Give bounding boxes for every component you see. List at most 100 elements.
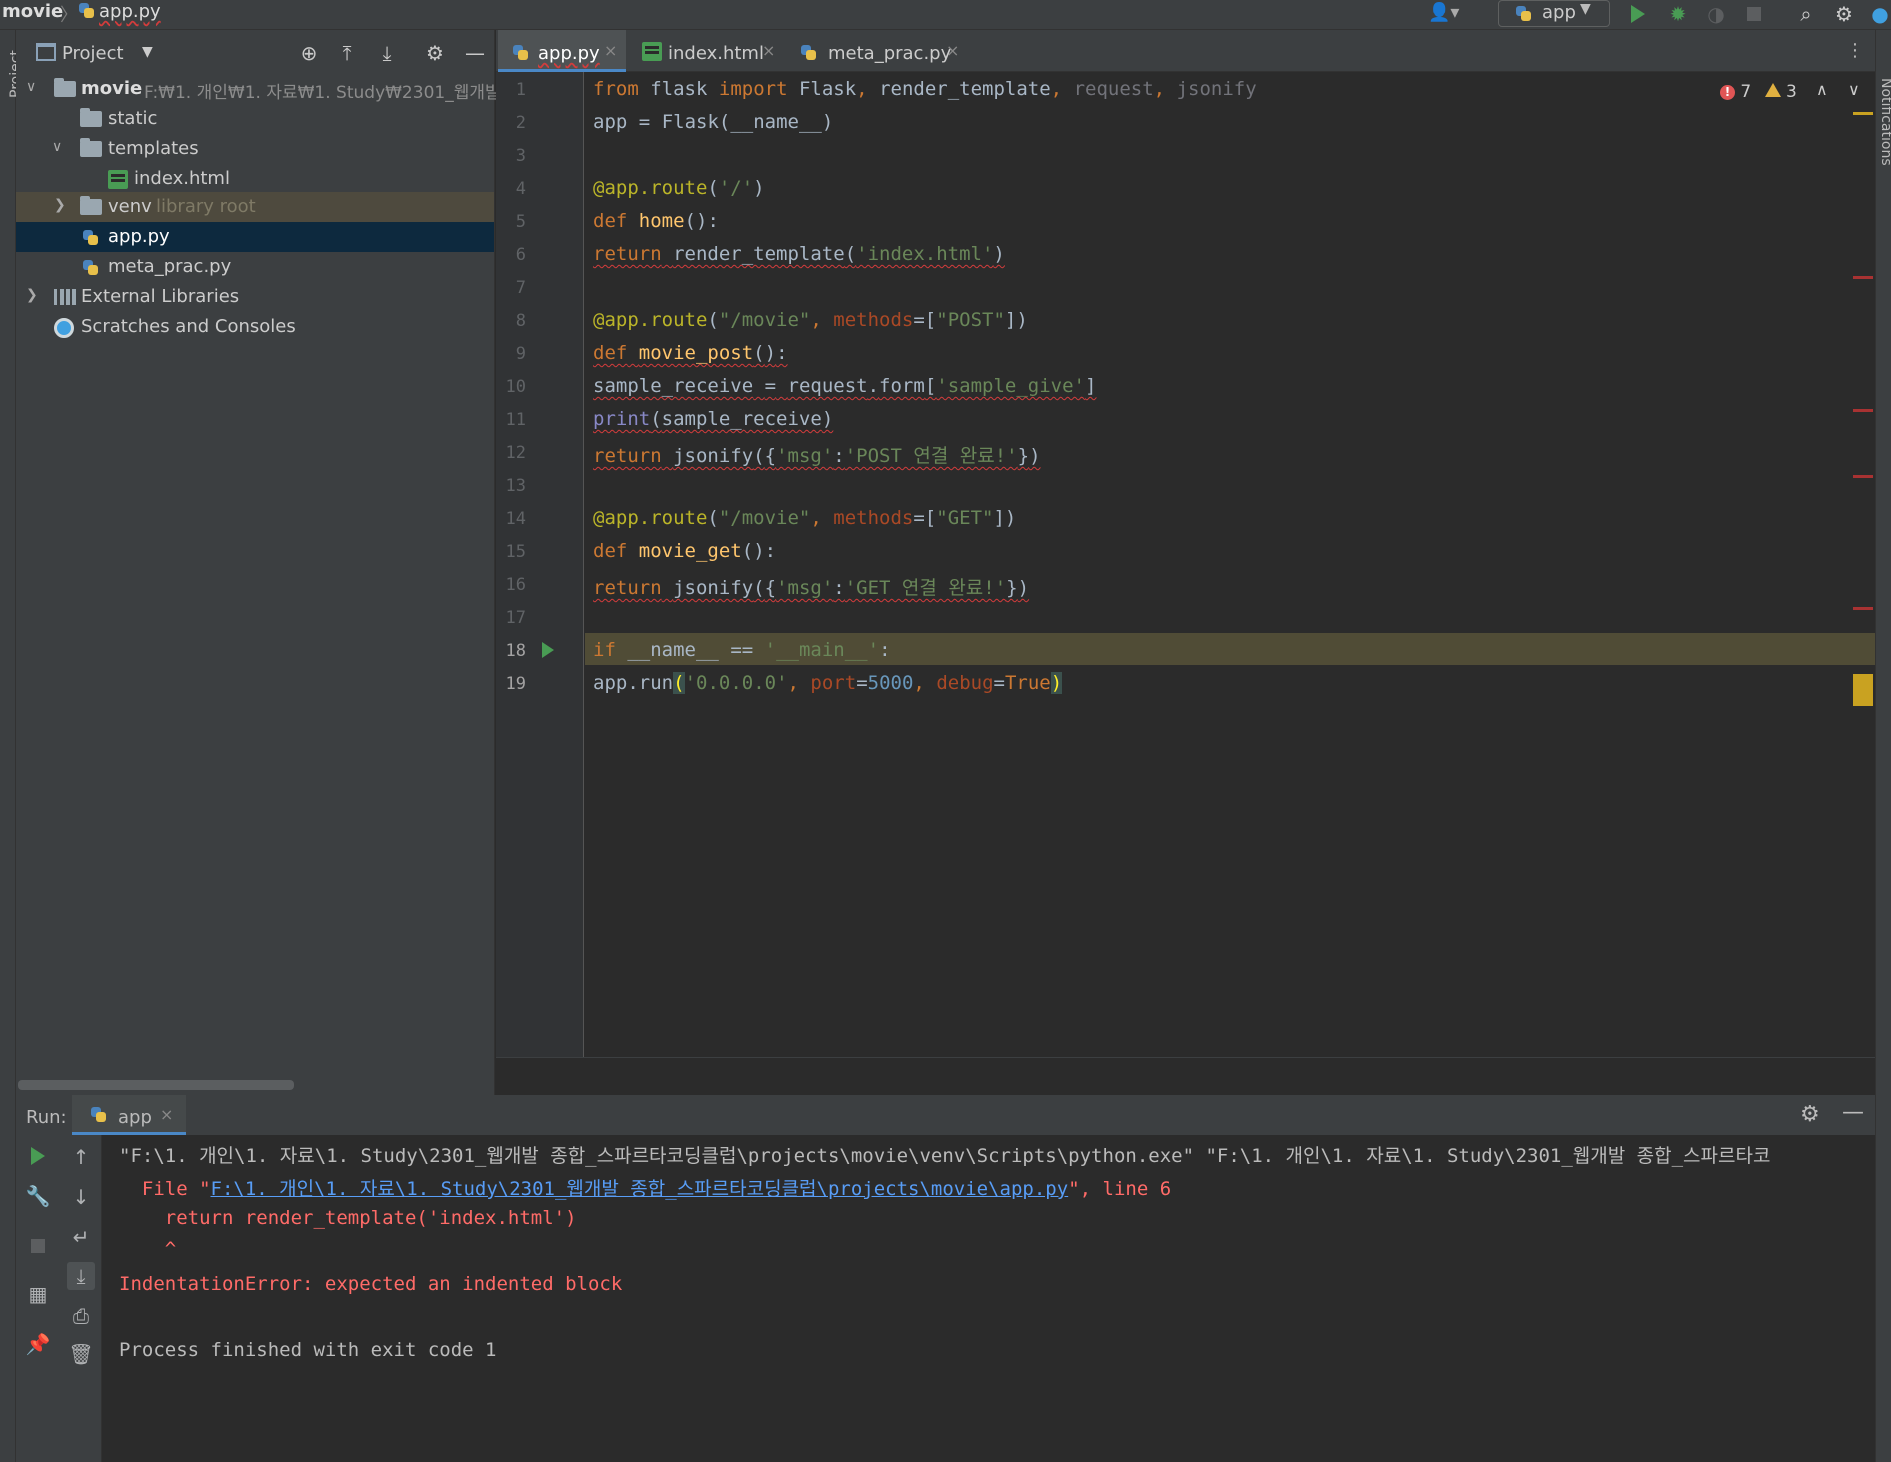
coverage-icon[interactable]: ◑ (1702, 0, 1730, 28)
inspection-widget[interactable]: ! 7 3 (1720, 82, 1797, 102)
tree-item-movie[interactable]: ∨ movie F:₩1. 개인₩1. 자료₩1. Study₩2301_웹개발 (16, 74, 501, 104)
caret-stripe-mark[interactable] (1853, 674, 1873, 706)
code-token: . (867, 375, 880, 397)
close-icon[interactable]: × (946, 41, 959, 60)
stop-icon[interactable] (1740, 0, 1768, 28)
debug-icon[interactable]: ✹ (1664, 0, 1692, 28)
chevron-down-icon[interactable]: ▼ (142, 44, 153, 60)
code-token: { (764, 577, 777, 599)
hide-panel-icon[interactable]: — (1842, 1100, 1864, 1125)
line-number: 12 (505, 443, 526, 463)
settings-icon[interactable]: ⚙ (1830, 0, 1858, 28)
error-stripe-mark[interactable] (1853, 276, 1873, 279)
expand-all-icon[interactable]: ⤒ (334, 40, 360, 66)
trash-icon[interactable]: 🗑 (67, 1340, 95, 1368)
code-token: = (856, 672, 868, 694)
error-stripe-mark[interactable] (1853, 409, 1873, 412)
chevron-down-icon: ∨ (52, 139, 63, 155)
tree-item-index-html[interactable]: index.html (16, 164, 494, 194)
previous-problem-icon[interactable]: ∧ (1816, 80, 1828, 99)
code-line: app.run('0.0.0.0', port=5000, debug=True… (593, 672, 1063, 694)
editor-horizontal-scroll-area (496, 1057, 1875, 1095)
collapse-all-icon[interactable]: ⤓ (374, 40, 400, 66)
html-file-icon (108, 170, 128, 189)
update-icon[interactable]: ● (1866, 0, 1891, 28)
code-token: , (810, 309, 822, 331)
breadcrumb-project[interactable]: movie (2, 1, 63, 22)
error-stripe-mark[interactable] (1853, 607, 1873, 610)
breadcrumb-file-label: app.py (99, 1, 161, 22)
stop-icon[interactable] (24, 1232, 52, 1260)
code-token: home (638, 210, 685, 232)
code-token: sample_receive (593, 375, 754, 397)
code-token: "POST" (936, 309, 1005, 331)
code-editor[interactable] (585, 72, 1875, 1057)
hide-panel-icon[interactable]: — (462, 40, 488, 66)
code-token: : (833, 577, 845, 599)
gear-icon[interactable]: ⚙ (422, 40, 448, 66)
tree-item-static[interactable]: static (16, 104, 494, 134)
soft-wrap-icon[interactable]: ↵ (67, 1223, 95, 1251)
gear-icon[interactable]: ⚙ (1800, 1102, 1820, 1127)
project-panel-title[interactable]: Project (62, 43, 124, 64)
tree-item-label: External Libraries (81, 286, 240, 307)
tree-item-scratches[interactable]: Scratches and Consoles (16, 312, 494, 342)
code-line: @app.route("/movie", methods=["GET"]) (593, 507, 1016, 529)
folder-icon (80, 108, 102, 127)
tree-item-venv[interactable]: ❯ venv library root (16, 192, 494, 222)
tree-item-external-libraries[interactable]: ❯ External Libraries (16, 282, 494, 312)
breadcrumb-file[interactable]: app.py (78, 1, 161, 22)
console-traceback-file-line: File "F:\1. 개인\1. 자료\1. Study\2301_웹개발 종… (119, 1174, 1171, 1201)
warning-count: 3 (1786, 82, 1797, 102)
notifications-strip-button[interactable]: Notifications (1878, 78, 1891, 166)
tree-item-templates[interactable]: ∨ templates (16, 134, 494, 164)
run-gutter-icon[interactable] (542, 642, 554, 658)
code-line: from flask import Flask, render_template… (593, 78, 1257, 100)
scroll-to-end-icon[interactable]: ⤓ (67, 1262, 95, 1290)
error-count: 7 (1740, 82, 1752, 102)
wrench-icon[interactable]: 🔧 (24, 1182, 52, 1210)
pin-icon[interactable]: 📌 (24, 1330, 52, 1358)
close-icon[interactable]: × (604, 41, 617, 60)
project-horizontal-scrollbar[interactable] (18, 1080, 294, 1090)
rerun-icon[interactable] (24, 1142, 52, 1170)
code-token: request (1073, 78, 1154, 100)
print-icon[interactable]: ⎙ (67, 1302, 95, 1330)
console-command-line: "F:\1. 개인\1. 자료\1. Study\2301_웹개발 종합_스파르… (119, 1145, 1771, 1167)
console-error-line: IndentationError: expected an indented b… (119, 1273, 623, 1295)
code-token: ( (753, 445, 765, 467)
close-icon[interactable]: × (160, 1105, 173, 1124)
next-problem-icon[interactable]: ∨ (1848, 80, 1860, 99)
warning-stripe-mark[interactable] (1853, 112, 1873, 115)
arrow-down-icon[interactable]: ↓ (67, 1183, 95, 1211)
code-token: __name__ (627, 639, 719, 661)
search-icon[interactable]: ⌕ (1792, 0, 1820, 28)
locate-file-icon[interactable]: ⊕ (296, 40, 322, 66)
tree-item-app-py[interactable]: app.py (16, 222, 494, 252)
user-icon[interactable]: 👤▾ (1428, 2, 1470, 26)
tree-item-meta-prac-py[interactable]: meta_prac.py (16, 252, 494, 282)
tab-app-py[interactable]: app.py × (498, 30, 626, 72)
layout-icon[interactable]: ▦ (24, 1280, 52, 1308)
close-icon[interactable]: × (762, 41, 775, 60)
tab-index-html[interactable]: index.html × (628, 30, 778, 72)
more-vertical-icon[interactable]: ⋮ (1846, 40, 1864, 61)
line-number: 10 (505, 377, 526, 397)
tree-item-label: Scratches and Consoles (81, 316, 296, 337)
run-icon[interactable] (1624, 0, 1652, 28)
run-window-label: Run: (26, 1107, 67, 1128)
arrow-up-icon[interactable]: ↑ (67, 1143, 95, 1171)
error-stripe-mark[interactable] (1853, 475, 1873, 478)
console-file-link[interactable]: F:\1. 개인\1. 자료\1. Study\2301_웹개발 종합_스파르타… (211, 1178, 1069, 1200)
code-token: render_template (673, 243, 845, 265)
breadcrumb-separator: 〉 (60, 5, 78, 26)
tab-meta-prac-py[interactable]: meta_prac.py × (786, 30, 964, 72)
tree-item-label: templates (108, 138, 199, 159)
